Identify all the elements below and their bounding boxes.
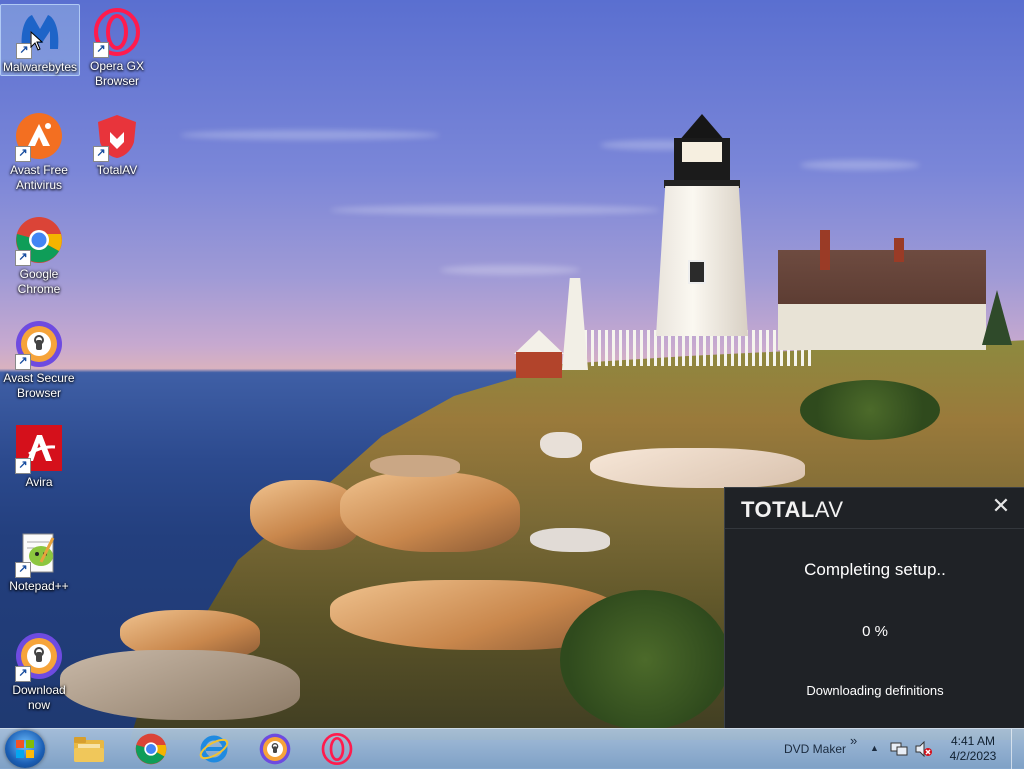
shortcut-arrow-icon: ↗ bbox=[93, 42, 109, 58]
wallpaper-rock bbox=[370, 455, 460, 477]
wallpaper-rock bbox=[530, 528, 610, 552]
taskbar-chrome[interactable] bbox=[126, 731, 176, 767]
wallpaper-shrub bbox=[560, 590, 730, 730]
desktop-icon-label: TotalAV bbox=[96, 163, 138, 177]
desktop-icon-download-now[interactable]: ↗ Download now bbox=[0, 628, 78, 713]
windows-logo-icon bbox=[16, 740, 34, 758]
shortcut-arrow-icon: ↗ bbox=[15, 146, 31, 162]
desktop-icon-label: Google Chrome bbox=[17, 267, 61, 296]
wallpaper-rock bbox=[340, 472, 520, 552]
desktop-icon-label: Avast Free Antivirus bbox=[10, 163, 68, 192]
show-desktop-button[interactable] bbox=[1011, 729, 1024, 769]
avast-icon: ↗ bbox=[15, 112, 63, 162]
shortcut-arrow-icon: ↗ bbox=[15, 562, 31, 578]
show-hidden-icons-arrow[interactable]: ▲ bbox=[870, 743, 879, 753]
wallpaper-keepers-house bbox=[778, 230, 986, 350]
dvd-maker-toolbar-label[interactable]: DVD Maker bbox=[784, 742, 846, 756]
shed-roof bbox=[514, 330, 564, 354]
shortcut-arrow-icon: ↗ bbox=[15, 250, 31, 266]
wallpaper-pine-tree bbox=[982, 290, 1012, 345]
taskbar-opera[interactable] bbox=[312, 731, 362, 767]
totalav-header: TOTALAV ✕ bbox=[725, 488, 1024, 529]
network-icon[interactable] bbox=[890, 741, 908, 757]
wallpaper-rock bbox=[60, 650, 300, 720]
house-chimney bbox=[820, 230, 830, 270]
clock-date: 4/2/2023 bbox=[949, 749, 997, 763]
desktop-icon-label: Download now bbox=[12, 683, 66, 712]
clock-time: 4:41 AM bbox=[950, 734, 996, 748]
start-button[interactable] bbox=[5, 730, 45, 768]
totalav-logo-light: AV bbox=[814, 497, 844, 522]
desktop-icon-label: Opera GX Browser bbox=[89, 59, 145, 88]
wallpaper-rock bbox=[540, 432, 582, 458]
wallpaper-rock bbox=[590, 448, 805, 488]
avira-icon: ↗ bbox=[15, 424, 63, 474]
mouse-cursor-icon bbox=[30, 31, 44, 51]
wallpaper-lighthouse bbox=[652, 100, 752, 340]
desktop-icon-label: Avast Secure Browser bbox=[3, 371, 75, 400]
desktop-icon-avast-secure-browser[interactable]: ↗ Avast Secure Browser bbox=[0, 316, 78, 401]
volume-muted-icon[interactable] bbox=[914, 741, 932, 757]
desktop-icon-avira[interactable]: ↗ Avira bbox=[0, 420, 78, 490]
house-chimney bbox=[894, 238, 904, 262]
desktop-icon-opera-gx[interactable]: ↗ Opera GX Browser bbox=[78, 4, 156, 89]
taskbar-avast-secure-browser[interactable] bbox=[250, 731, 300, 767]
taskbar-internet-explorer[interactable] bbox=[189, 731, 239, 767]
chrome-icon: ↗ bbox=[15, 216, 63, 266]
windows-explorer-icon bbox=[74, 737, 104, 762]
totalav-icon: ↗ bbox=[93, 112, 141, 162]
wallpaper-bell-tower bbox=[562, 278, 588, 370]
desktop-icon-totalav[interactable]: ↗ TotalAV bbox=[78, 108, 156, 178]
desktop-icon-label: Malwarebytes bbox=[2, 60, 78, 74]
desktop-icon-label: Avira bbox=[25, 475, 53, 489]
chrome-icon bbox=[135, 733, 167, 765]
avast-secure-browser-icon: ↗ bbox=[15, 320, 63, 370]
setup-title: Completing setup.. bbox=[804, 560, 946, 579]
desktop-icon-label: Notepad++ bbox=[9, 579, 69, 593]
toolbar-chevron-icon[interactable]: » bbox=[850, 733, 857, 748]
totalav-logo: TOTALAV bbox=[741, 497, 844, 523]
house-roof bbox=[778, 250, 986, 304]
notepad-plus-plus-icon: ↗ bbox=[15, 528, 63, 578]
opera-icon bbox=[321, 733, 353, 765]
shortcut-arrow-icon: ↗ bbox=[15, 354, 31, 370]
shed-body bbox=[516, 352, 562, 378]
lighthouse-glass bbox=[682, 142, 722, 162]
taskbar: DVD Maker » ▲ 4:41 AM 4/2/2023 bbox=[0, 728, 1024, 769]
setup-status-text: Downloading definitions bbox=[806, 683, 944, 698]
wallpaper-cloud bbox=[440, 265, 580, 275]
opera-gx-icon: ↗ bbox=[93, 8, 141, 58]
wallpaper-shrub bbox=[800, 380, 940, 440]
desktop-icon-notepad-plus-plus[interactable]: ↗ Notepad++ bbox=[0, 524, 78, 594]
desktop-icon-google-chrome[interactable]: ↗ Google Chrome bbox=[0, 212, 78, 297]
desktop-icon-avast-free-antivirus[interactable]: ↗ Avast Free Antivirus bbox=[0, 108, 78, 193]
totalav-logo-bold: TOTAL bbox=[741, 497, 815, 522]
avast-secure-browser-icon: ↗ bbox=[15, 632, 63, 682]
wallpaper-cloud bbox=[330, 205, 660, 215]
shortcut-arrow-icon: ↗ bbox=[15, 666, 31, 682]
wallpaper-cloud bbox=[800, 160, 920, 170]
shortcut-arrow-icon: ↗ bbox=[93, 146, 109, 162]
shortcut-arrow-icon: ↗ bbox=[15, 458, 31, 474]
wallpaper-cloud bbox=[180, 130, 440, 140]
house-body bbox=[778, 304, 986, 350]
internet-explorer-icon bbox=[199, 735, 229, 763]
wallpaper-shed bbox=[514, 330, 564, 378]
totalav-setup-window: TOTALAV ✕ Completing setup.. 0 % Downloa… bbox=[724, 487, 1024, 729]
setup-progress-percent: 0 % bbox=[862, 623, 888, 640]
close-icon[interactable]: ✕ bbox=[991, 495, 1011, 517]
taskbar-windows-explorer[interactable] bbox=[64, 731, 114, 767]
avast-secure-browser-icon bbox=[259, 733, 291, 765]
system-clock[interactable]: 4:41 AM 4/2/2023 bbox=[940, 734, 1006, 764]
lighthouse-window bbox=[688, 260, 706, 284]
